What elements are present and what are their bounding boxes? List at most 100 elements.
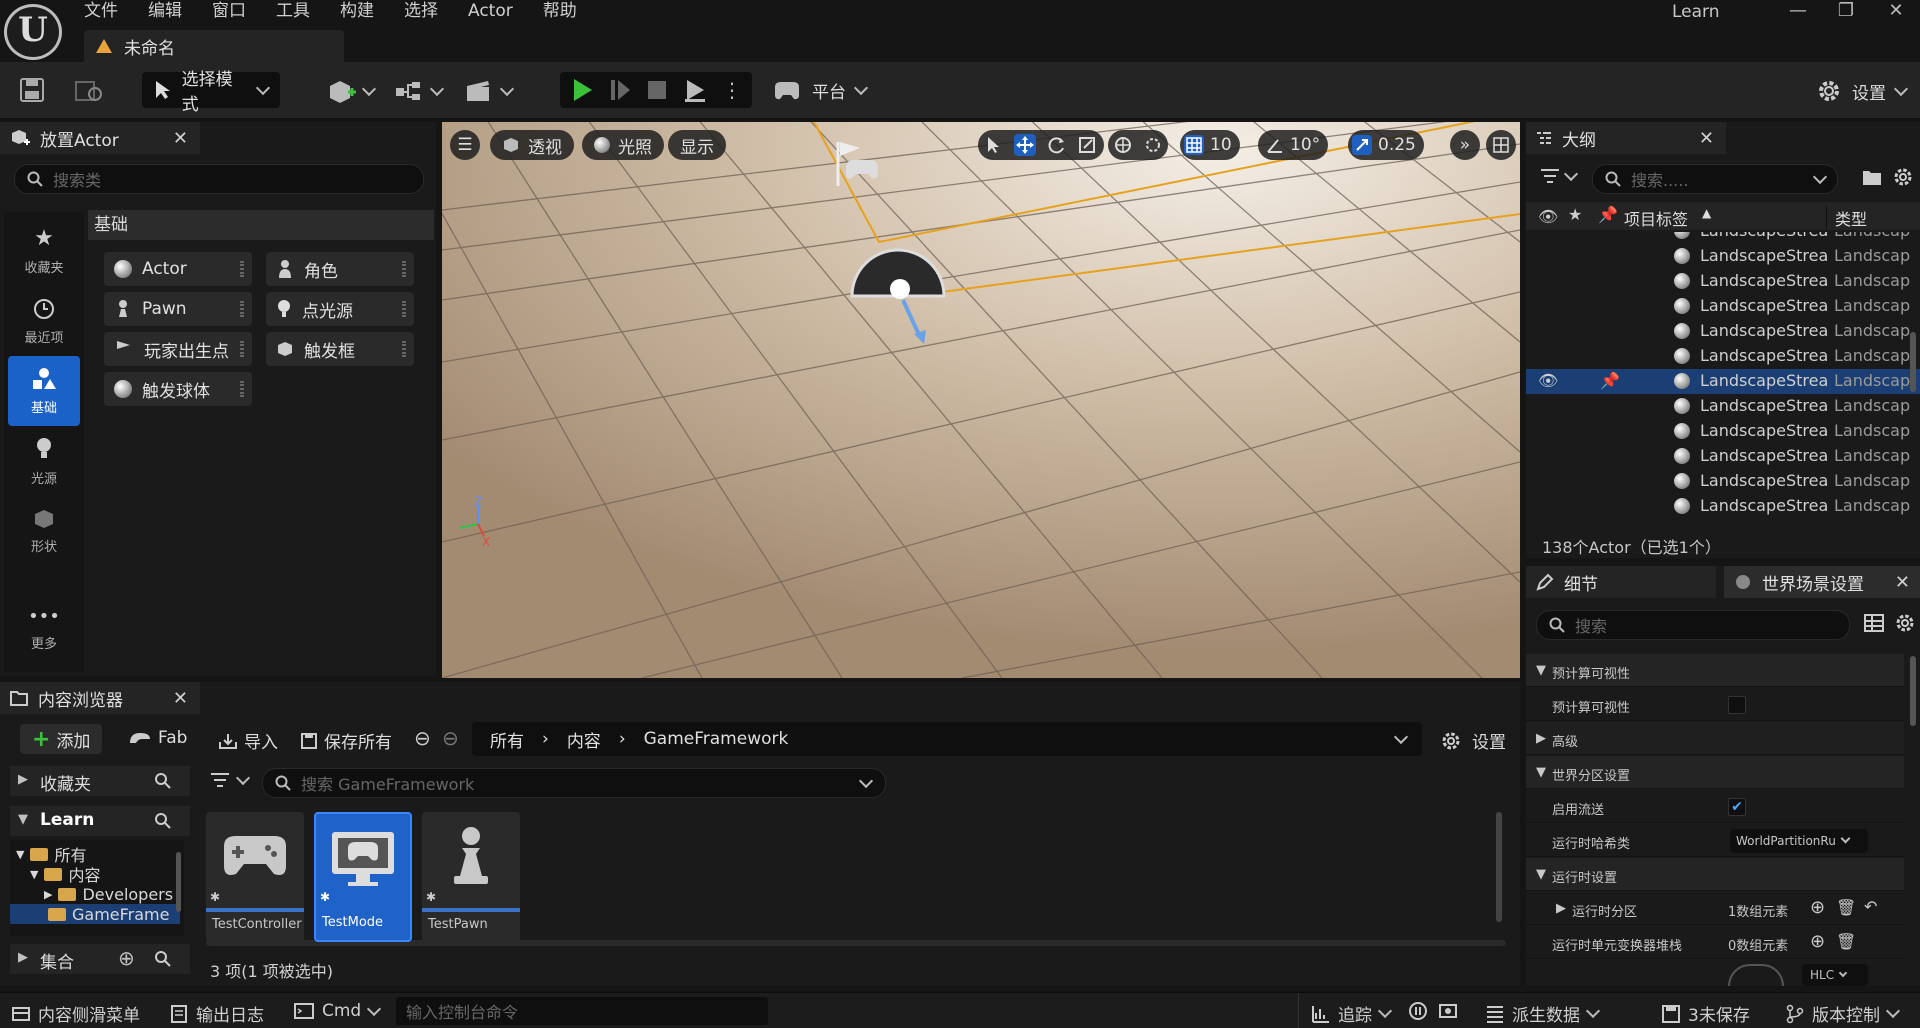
- lighting-button[interactable]: 光照: [582, 130, 664, 160]
- move-tool-icon[interactable]: [1014, 134, 1036, 156]
- grid-snap-button[interactable]: 10: [1180, 130, 1240, 160]
- derived-data-dropdown[interactable]: 派生数据: [1486, 1001, 1601, 1026]
- content-settings-button[interactable]: 设置: [1440, 728, 1506, 753]
- tree-item-content[interactable]: ▼ 内容: [30, 864, 100, 885]
- tree-item-gameframework[interactable]: GameFrame: [10, 904, 180, 924]
- outliner-search[interactable]: 搜索.....: [1592, 164, 1838, 194]
- chevron-down-icon[interactable]: [1393, 729, 1409, 744]
- pin-icon[interactable]: 📌: [1600, 371, 1620, 390]
- eye-icon[interactable]: 👁: [1538, 371, 1558, 390]
- drag-handle-icon[interactable]: [402, 261, 406, 277]
- select-arrow-icon[interactable]: [986, 136, 1002, 154]
- tree-item-developers[interactable]: ▶ Developers: [44, 884, 173, 904]
- platforms-dropdown[interactable]: 平台: [772, 78, 869, 103]
- outliner-tab[interactable]: 大纲 ✕: [1526, 122, 1726, 154]
- category-more[interactable]: ••• 更多: [8, 594, 80, 664]
- column-type[interactable]: 类型: [1826, 206, 1867, 230]
- screenshot-icon[interactable]: [1438, 1001, 1458, 1021]
- category-recent[interactable]: 最近项: [8, 286, 80, 356]
- trace-dropdown[interactable]: 追踪: [1312, 1001, 1393, 1026]
- outliner-row[interactable]: LandscapeStrea Landscap: [1526, 444, 1920, 469]
- close-icon[interactable]: ✕: [173, 688, 188, 709]
- menu-select[interactable]: 选择: [404, 0, 454, 22]
- save-icon[interactable]: [18, 76, 46, 104]
- drag-handle-icon[interactable]: [240, 301, 244, 317]
- place-item-character[interactable]: 角色: [266, 252, 414, 286]
- place-item-point-light[interactable]: 点光源: [266, 292, 414, 326]
- cmd-dropdown[interactable]: Cmd: [294, 1001, 382, 1021]
- collections-section[interactable]: ▶ 集合 ⊕: [10, 944, 190, 974]
- level-viewport[interactable]: Z X ☰ 透视 光照 显示 10 10° 0.25 »: [442, 122, 1520, 678]
- outliner-row[interactable]: 👁 📌 LandscapeStrea Landscap: [1526, 369, 1920, 394]
- add-button[interactable]: + 添加: [20, 724, 103, 754]
- perspective-button[interactable]: 透视: [490, 130, 574, 160]
- close-icon[interactable]: ✕: [1895, 572, 1910, 593]
- content-filter-dropdown[interactable]: [210, 770, 251, 788]
- outliner-row[interactable]: LandscapeStrea Landscap: [1526, 419, 1920, 444]
- close-icon[interactable]: ✕: [1699, 128, 1714, 149]
- drag-handle-icon[interactable]: [240, 341, 244, 357]
- outliner-row[interactable]: LandscapeStrea Landscap: [1526, 494, 1920, 519]
- outliner-row[interactable]: LandscapeStrea Landscap: [1526, 319, 1920, 344]
- details-tab[interactable]: 细节: [1526, 566, 1716, 598]
- add-element-icon[interactable]: ⊕: [1810, 931, 1825, 952]
- eye-icon[interactable]: 👁: [1538, 207, 1558, 226]
- place-actor-search[interactable]: 搜索类: [14, 164, 424, 194]
- search-icon[interactable]: [154, 812, 172, 830]
- place-item-pawn[interactable]: Pawn: [104, 292, 252, 326]
- breadcrumb-item[interactable]: 所有: [490, 727, 524, 752]
- viewport-menu-icon[interactable]: ☰: [450, 130, 480, 160]
- category-favorites[interactable]: ★ 收藏夹: [8, 216, 80, 286]
- cinematics-dropdown[interactable]: [464, 78, 515, 104]
- category-basic[interactable]: 基础: [8, 356, 80, 426]
- details-scrollbar[interactable]: [1910, 656, 1916, 726]
- trash-icon[interactable]: 🗑: [1836, 898, 1856, 917]
- outliner-row[interactable]: LandscapeStrea Landscap: [1526, 269, 1920, 294]
- menu-file[interactable]: 文件: [84, 0, 134, 22]
- play-options-icon[interactable]: ⋮: [722, 78, 742, 102]
- table-view-icon[interactable]: [1864, 614, 1884, 632]
- menu-edit[interactable]: 编辑: [148, 0, 198, 22]
- trash-icon[interactable]: 🗑: [1836, 932, 1856, 951]
- section-precomputed-visibility[interactable]: ▼ 预计算可视性: [1526, 654, 1904, 687]
- expand-right-icon[interactable]: ▶: [1556, 901, 1566, 916]
- menu-actor[interactable]: Actor: [468, 0, 529, 22]
- source-control-dropdown[interactable]: 版本控制: [1786, 1001, 1901, 1026]
- star-icon[interactable]: ★: [1568, 205, 1582, 224]
- content-search[interactable]: 搜索 GameFramework: [262, 768, 886, 798]
- record-icon[interactable]: [1408, 1001, 1428, 1021]
- reset-icon[interactable]: ↶: [1864, 897, 1877, 916]
- section-runtime-settings[interactable]: ▼ 运行时设置: [1526, 858, 1904, 891]
- section-world-partition[interactable]: ▼ 世界分区设置: [1526, 756, 1904, 789]
- drag-handle-icon[interactable]: [240, 381, 244, 397]
- outliner-row[interactable]: LandscapeStrea Landscap: [1526, 232, 1920, 244]
- place-item-player-start[interactable]: 玩家出生点: [104, 332, 252, 366]
- outliner-row[interactable]: LandscapeStrea Landscap: [1526, 294, 1920, 319]
- settings-dropdown[interactable]: 设置: [1816, 78, 1909, 104]
- tree-scrollbar[interactable]: [176, 852, 181, 912]
- level-tab[interactable]: 未命名: [84, 30, 344, 62]
- favorites-section[interactable]: ▶ 收藏夹: [10, 766, 190, 796]
- content-drawer-button[interactable]: 内容侧滑菜单: [12, 1001, 140, 1026]
- show-button[interactable]: 显示: [668, 130, 726, 160]
- enable-streaming-checkbox[interactable]: ✔: [1728, 798, 1746, 816]
- outliner-row[interactable]: LandscapeStrea Landscap: [1526, 394, 1920, 419]
- restore-icon[interactable]: ❐: [1826, 0, 1866, 24]
- import-button[interactable]: 导入: [218, 728, 278, 753]
- runtime-hash-dropdown[interactable]: WorldPartitionRu: [1730, 829, 1868, 853]
- minimize-icon[interactable]: —: [1778, 0, 1818, 24]
- globe-icon[interactable]: [1114, 136, 1132, 154]
- outliner-row[interactable]: LandscapeStrea Landscap: [1526, 344, 1920, 369]
- tree-item-all[interactable]: ▼ 所有: [16, 844, 86, 865]
- play-icon[interactable]: [570, 77, 594, 103]
- asset-testcontroller[interactable]: ✱ TestController: [206, 812, 304, 942]
- forward-icon[interactable]: ⊖: [442, 726, 459, 750]
- place-actor-tab[interactable]: 放置Actor ✕: [0, 122, 200, 154]
- back-icon[interactable]: ⊖: [414, 726, 431, 750]
- menu-build[interactable]: 构建: [340, 0, 390, 22]
- outliner-row[interactable]: LandscapeStrea Landscap: [1526, 469, 1920, 494]
- drag-handle-icon[interactable]: [240, 261, 244, 277]
- add-actor-dropdown[interactable]: [326, 78, 377, 104]
- add-folder-icon[interactable]: [1862, 168, 1882, 186]
- drag-handle-icon[interactable]: [402, 301, 406, 317]
